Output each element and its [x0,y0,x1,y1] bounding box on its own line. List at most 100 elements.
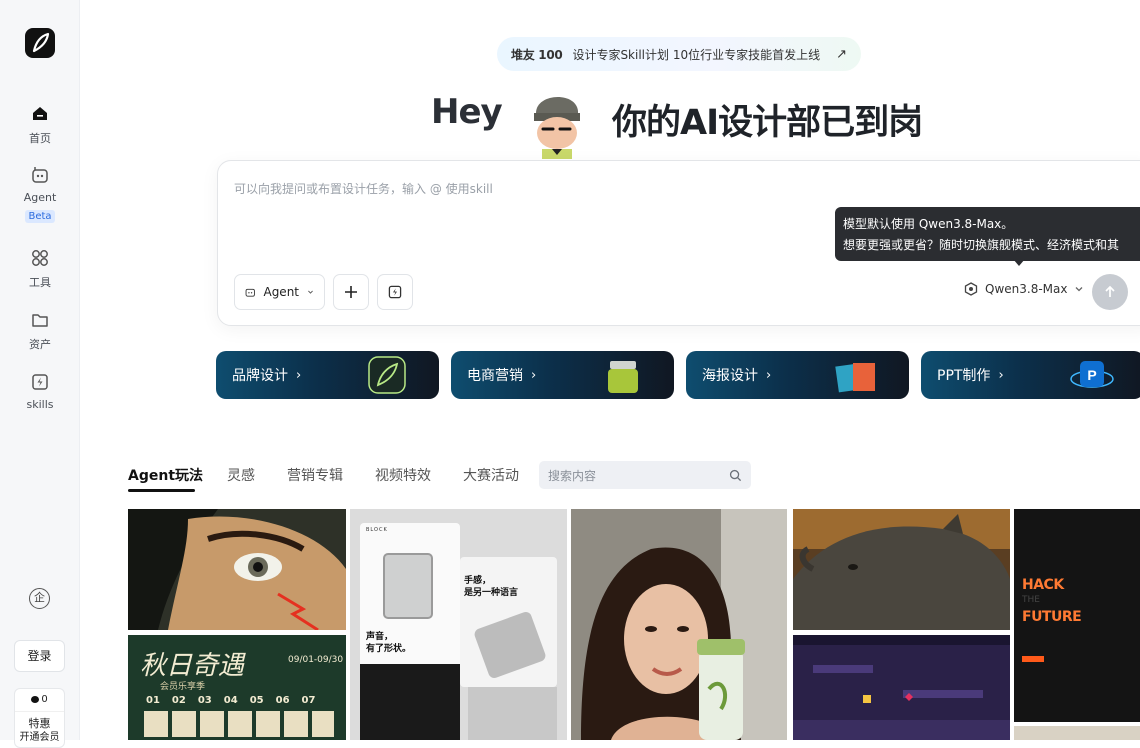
chevron-down-icon [308,290,313,294]
announcement-banner[interactable]: 堆友 100 设计专家Skill计划 10位行业专家技能首发上线 ↗ [497,37,861,71]
product-jar-icon [608,361,638,393]
mascot-image [534,96,580,159]
external-arrow-icon: ↗ [836,46,847,62]
prompt-input[interactable]: 可以向我提问或布置设计任务，输入 @ 使用skill [234,180,493,197]
hack-cta [1022,656,1044,662]
chevron-right-icon: › [531,367,537,383]
category-card-poster[interactable]: 海报设计 › [686,351,909,399]
add-attachment-button[interactable] [333,274,369,310]
gallery-item-rhino[interactable] [793,509,1010,630]
agent-icon [32,167,48,183]
tab-contests[interactable]: 大赛活动 [463,465,519,485]
hero-greeting: Hey [431,92,503,132]
category-label: PPT制作 [937,368,991,384]
day-number: 05 [249,695,264,706]
ppt-icon: P [1070,361,1114,388]
gallery-item-comic[interactable] [128,509,346,630]
day-number: 07 [301,695,316,706]
agent-icon [245,288,255,297]
product-line-4: 有了形状。 [366,644,412,654]
model-icon [964,282,978,296]
product-card-bottom [468,687,557,740]
gallery-item-product[interactable]: BLOCK 声音， 有了形状。 手感， 是另一种语言 [350,509,567,740]
gallery-item-portrait[interactable] [571,509,787,740]
hack-line-1: HACK [1022,577,1064,593]
send-button[interactable] [1092,274,1128,310]
day-number: 03 [197,695,212,706]
product-brand: BLOCK [366,527,388,533]
autumn-thumbs [144,711,334,737]
coin-icon [31,695,40,703]
day-number: 01 [146,695,160,706]
skills-button[interactable] [377,274,413,310]
day-number: 06 [275,695,290,706]
gallery-item-autumn[interactable]: 秋日奇遇 会员乐享季 09/01-09/30 01 02 03 04 05 06 07 [128,635,346,740]
sidebar-item-label: 资产 [29,338,51,351]
day-number: 02 [171,695,186,706]
day-number: 04 [223,695,238,706]
search-input[interactable]: 搜索内容 [539,461,751,489]
category-card-ecommerce[interactable]: 电商营销 › [451,351,674,399]
sidebar-item-tools[interactable]: 工具 [0,248,80,290]
chevron-down-icon [1076,287,1083,292]
svg-text:P: P [1087,367,1096,383]
sidebar-item-agent[interactable]: Agent Beta [0,165,80,223]
gallery-item-room[interactable] [1014,726,1140,740]
skills-icon [388,285,402,299]
model-tooltip: 模型默认使用 Qwen3.8-Max。 想要更强或更省？随时切换旗舰模式、经济模… [835,207,1140,261]
arrow-up-icon [1105,285,1115,297]
app-logo[interactable] [25,28,55,58]
sidebar-item-home[interactable]: 首页 [0,104,80,146]
announcement-brand: 堆友 100 [511,47,563,62]
hero-title: 你的AI设计部已到岗 [612,103,923,143]
folder-icon [32,314,48,327]
autumn-day-row: 01 02 03 04 05 06 07 [146,695,315,706]
promo-title: 特惠 [28,717,51,730]
sidebar: 首页 Agent Beta 工具 资产 skills 企 登录 0 特惠 开通会… [0,0,80,748]
tooltip-pointer [1013,259,1025,266]
sidebar-item-label: 首页 [29,132,51,145]
hack-line-2: THE [1022,595,1040,605]
product-line-2: 是另一种语言 [464,588,519,598]
tab-video-effects[interactable]: 视频特效 [375,465,431,485]
category-card-ppt[interactable]: PPT制作 › P [921,351,1140,399]
autumn-subtitle: 会员乐享季 [160,682,206,692]
login-button[interactable]: 登录 [14,640,65,672]
gallery-item-game[interactable] [793,635,1010,740]
skills-icon [32,374,48,390]
announcement-text: 设计专家Skill计划 10位行业专家技能首发上线 [572,47,821,62]
promo-subtitle: 开通会员 [19,732,60,743]
tab-agent[interactable]: Agent玩法 [128,465,203,485]
device-image [383,553,433,619]
beta-badge: Beta [25,210,55,223]
sidebar-item-skills[interactable]: skills [0,372,80,411]
model-label: Qwen3.8-Max [985,282,1068,296]
plus-icon [345,286,357,298]
hack-line-3: FUTURE [1022,609,1082,625]
model-select[interactable]: Qwen3.8-Max [964,282,1084,296]
comic-face-image [128,509,346,630]
points-counter: 0 [15,689,64,712]
category-card-brand[interactable]: 品牌设计 › [216,351,439,399]
rhino-photo [793,509,1010,630]
membership-promo-card[interactable]: 0 特惠 开通会员 [14,688,65,748]
enterprise-icon[interactable]: 企 [29,588,50,609]
chevron-right-icon: › [998,367,1004,383]
sidebar-item-assets[interactable]: 资产 [0,310,80,352]
active-tab-indicator [128,489,195,492]
portrait-photo [571,509,787,740]
search-icon[interactable] [729,469,742,482]
agent-mode-select[interactable]: Agent [234,274,325,310]
tab-marketing[interactable]: 营销专辑 [287,465,343,485]
gallery-item-hack[interactable]: HACK THE FUTURE [1014,509,1140,722]
sidebar-item-label: Agent [23,191,57,204]
brand-logo-icon [368,356,406,394]
category-label: 品牌设计 [232,368,288,384]
agent-mode-label: Agent [263,285,300,299]
chevron-right-icon: › [296,367,302,383]
tab-inspiration[interactable]: 灵感 [227,465,255,485]
chevron-right-icon: › [766,367,772,383]
sidebar-item-label: skills [26,398,54,411]
tools-icon [32,250,48,266]
sidebar-item-label: 工具 [29,276,51,289]
